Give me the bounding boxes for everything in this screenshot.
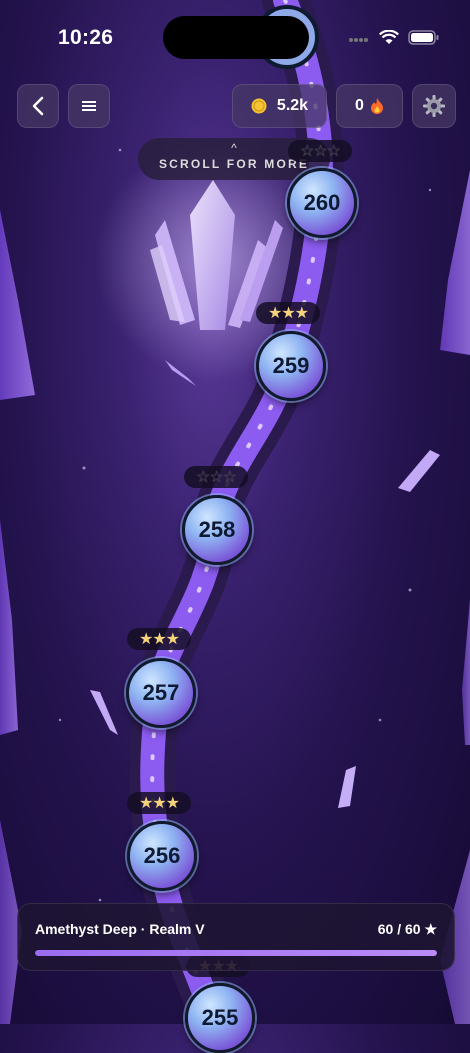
cellular-signal-icon [349, 37, 368, 42]
coin-amount: 5.2k [276, 97, 309, 114]
level-number: 255 [201, 1005, 239, 1030]
flame-icon [370, 98, 383, 114]
level-node-258[interactable]: 258 [182, 495, 252, 565]
dynamic-island [163, 16, 309, 59]
level-node-255[interactable]: 255 [185, 983, 255, 1053]
coin-counter[interactable]: 5.2k [232, 84, 327, 128]
floating-crystal [398, 450, 440, 492]
realm-star-count: 60 / 60 ★ [377, 921, 437, 937]
level-stars: ☆☆☆ [288, 140, 352, 162]
level-stars: ★★★ [256, 302, 320, 324]
realm-progress-panel: Amethyst Deep · Realm V 60 / 60 ★ [17, 903, 455, 971]
level-number: 259 [272, 353, 310, 378]
realm-progress-fill [35, 950, 437, 956]
status-time: 10:26 [58, 26, 114, 49]
level-stars: ★★★ [127, 628, 191, 650]
level-stars: ☆☆☆ [184, 466, 248, 488]
realm-progress-bar [35, 950, 437, 956]
settings-button[interactable] [412, 84, 456, 128]
level-node-256[interactable]: 256 [127, 821, 197, 891]
level-number: 256 [143, 843, 181, 868]
level-number: 258 [198, 517, 236, 542]
level-node-260[interactable]: 260 [287, 168, 357, 238]
level-node-259[interactable]: 259 [256, 331, 326, 401]
chevron-left-icon [32, 96, 44, 116]
status-bar: 10:26 [0, 0, 470, 70]
back-button[interactable] [17, 84, 59, 128]
floating-crystal [90, 690, 118, 735]
level-number: 260 [303, 190, 341, 215]
battery-icon [408, 30, 439, 45]
menu-button[interactable] [68, 84, 110, 128]
level-number: 257 [142, 680, 180, 705]
wifi-icon [379, 30, 399, 44]
floating-crystal [338, 766, 356, 808]
streak-count: 0 [355, 97, 364, 114]
streak-counter[interactable]: 0 [336, 84, 403, 128]
gear-icon [423, 95, 445, 117]
level-node-257[interactable]: 257 [126, 658, 196, 728]
realm-name: Amethyst Deep · Realm V [35, 921, 205, 937]
coin-icon [251, 98, 267, 114]
menu-icon [82, 101, 96, 111]
level-stars: ★★★ [127, 792, 191, 814]
